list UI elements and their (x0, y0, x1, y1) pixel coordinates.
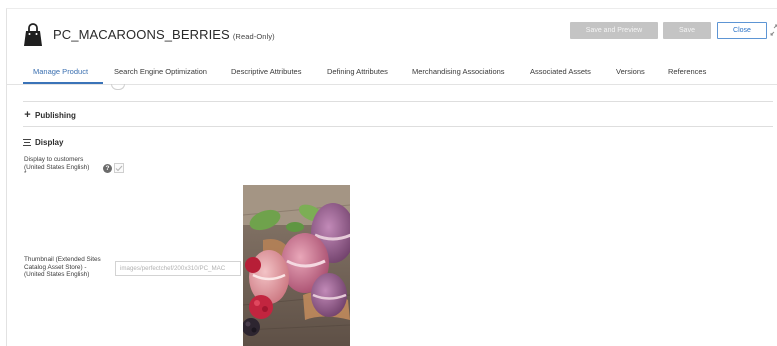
checkmark-icon (115, 165, 123, 171)
help-icon[interactable]: ? (103, 164, 112, 173)
clipped-radio-button (111, 84, 125, 90)
publishing-section-label: Publishing (35, 110, 76, 120)
section-divider (23, 101, 773, 102)
product-name: PC_MACAROONS_BERRIES (53, 27, 230, 42)
tab-manage-product[interactable]: Manage Product (33, 67, 88, 76)
tab-descriptive-attributes[interactable]: Descriptive Attributes (231, 67, 301, 76)
collapse-minus-icon (23, 139, 31, 146)
expand-icon[interactable] (770, 24, 777, 36)
shopping-bag-icon (24, 23, 42, 46)
save-and-preview-button[interactable]: Save and Preview (570, 22, 658, 39)
active-tab-indicator (23, 82, 103, 84)
section-divider (23, 126, 773, 127)
close-button[interactable]: Close (717, 22, 767, 39)
display-section-toggle[interactable]: Display (23, 138, 63, 147)
display-to-customers-label: Display to customers (United States Engl… (24, 156, 90, 178)
expand-plus-icon: + (24, 109, 31, 121)
tab-search-engine-optimization[interactable]: Search Engine Optimization (114, 67, 207, 76)
page-title: PC_MACAROONS_BERRIES (Read-Only) (53, 27, 275, 42)
thumbnail-label-line2: Catalog Asset Store) - (24, 263, 87, 271)
editor-header: PC_MACAROONS_BERRIES (Read-Only) Save and… (7, 9, 777, 59)
publishing-section-toggle[interactable]: + Publishing (23, 109, 76, 121)
thumbnail-label-line3: (United States English) (24, 271, 90, 279)
display-label-line2: (United States English) (24, 163, 90, 171)
product-editor-frame: PC_MACAROONS_BERRIES (Read-Only) Save and… (6, 8, 777, 346)
read-only-label: (Read-Only) (232, 32, 275, 41)
save-button[interactable]: Save (663, 22, 711, 39)
tab-defining-attributes[interactable]: Defining Attributes (327, 67, 388, 76)
thumbnail-label: Thumbnail (Extended Sites Catalog Asset … (24, 256, 101, 279)
thumbnail-path-input[interactable]: images/perfectchef/200x310/PC_MAC (115, 261, 241, 276)
required-mark: * (24, 170, 27, 178)
thumbnail-image (243, 185, 350, 346)
tab-references[interactable]: References (668, 67, 706, 76)
tab-associated-assets[interactable]: Associated Assets (530, 67, 591, 76)
display-to-customers-checkbox[interactable] (114, 163, 124, 173)
tab-merchandising-associations[interactable]: Merchandising Associations (412, 67, 505, 76)
display-label-line1: Display to customers (24, 156, 84, 163)
tab-bar: Manage Product Search Engine Optimizatio… (7, 59, 777, 85)
display-section-label: Display (35, 138, 64, 147)
tab-versions[interactable]: Versions (616, 67, 645, 76)
thumbnail-label-line1: Thumbnail (Extended Sites (24, 256, 101, 263)
